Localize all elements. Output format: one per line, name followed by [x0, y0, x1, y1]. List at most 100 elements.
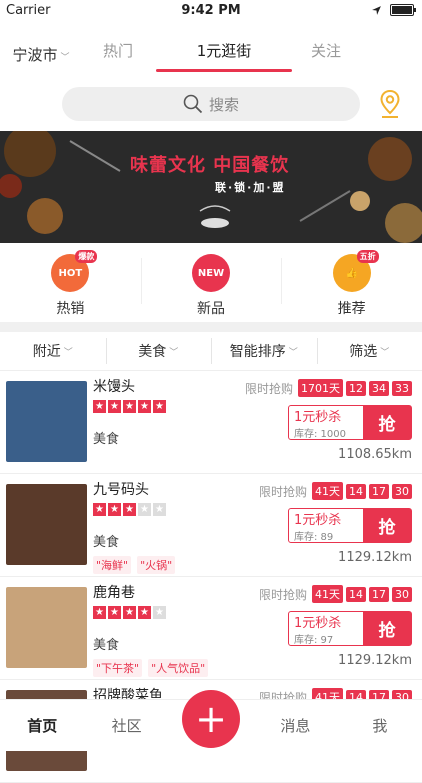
- countdown-s: 30: [392, 484, 412, 499]
- countdown-h: 14: [346, 587, 366, 602]
- location-arrow-icon: [371, 5, 382, 16]
- star-icon: ★: [93, 503, 106, 516]
- filter-bar: 附近﹀ 美食﹀ 智能排序﹀ 筛选﹀: [0, 332, 422, 371]
- star-icon: ★: [108, 503, 121, 516]
- list-item[interactable]: 九号码头★★★★★美食"海鲜""火锅"限时抢购41天1417301元秒杀库存: …: [0, 474, 422, 577]
- clock: 9:42 PM: [0, 3, 422, 18]
- merchant-type: 美食: [93, 531, 119, 550]
- star-icon: ★: [123, 400, 136, 413]
- tab-messages[interactable]: 消息: [253, 700, 337, 751]
- add-post-button[interactable]: +: [182, 690, 240, 748]
- tab-follow[interactable]: 关注: [290, 36, 362, 72]
- star-icon: ★: [153, 606, 166, 619]
- filter-food[interactable]: 美食﹀: [106, 332, 212, 370]
- star-icon: ★: [138, 400, 151, 413]
- star-icon: ★: [138, 503, 151, 516]
- countdown-label: 限时抢购: [259, 586, 307, 603]
- star-icon: ★: [93, 400, 106, 413]
- search-input[interactable]: 搜索: [62, 87, 360, 121]
- countdown-days: 41天: [312, 482, 343, 500]
- promo-banner[interactable]: 味蕾文化 中国餐饮 联·锁·加·盟: [0, 131, 422, 243]
- countdown-m: 17: [369, 587, 389, 602]
- countdown-label: 限时抢购: [245, 380, 293, 397]
- deal-info: 1元秒杀库存: 97: [289, 612, 363, 645]
- distance: 1129.12km: [338, 653, 412, 668]
- hot-icon: HOT爆款: [51, 254, 89, 292]
- category-label: 推荐: [338, 298, 366, 318]
- flash-sale-button[interactable]: 1元秒杀库存: 1000抢: [288, 405, 412, 440]
- countdown-m: 34: [369, 381, 389, 396]
- countdown-timer: 限时抢购 41天141730: [259, 585, 412, 603]
- chevron-down-icon: ﹀: [289, 345, 298, 358]
- grab-button[interactable]: 抢: [363, 612, 411, 645]
- map-pin-icon[interactable]: [379, 89, 401, 119]
- countdown-s: 33: [392, 381, 412, 396]
- stock-count: 库存: 97: [294, 631, 363, 646]
- flash-sale-button[interactable]: 1元秒杀库存: 97抢: [288, 611, 412, 646]
- filter-nearby[interactable]: 附近﹀: [0, 332, 106, 370]
- tab-community[interactable]: 社区: [84, 700, 168, 751]
- stock-count: 库存: 1000: [294, 425, 363, 440]
- category-recommend[interactable]: 👍五折 推荐: [281, 250, 422, 320]
- star-icon: ★: [93, 606, 106, 619]
- merchant-name: 九号码头: [93, 479, 149, 499]
- merchant-thumbnail: [6, 587, 87, 668]
- section-divider: [0, 322, 422, 332]
- top-nav: 宁波市﹀ 热门 1元逛街 关注: [0, 36, 422, 72]
- tag-list: "海鲜" "火锅": [93, 556, 175, 574]
- star-icon: ★: [123, 606, 136, 619]
- tab-one-yuan[interactable]: 1元逛街: [172, 36, 276, 72]
- deal-price: 1元秒杀: [294, 612, 363, 631]
- merchant-thumbnail: [6, 381, 87, 462]
- deal-price: 1元秒杀: [294, 509, 363, 528]
- filter-screen[interactable]: 筛选﹀: [317, 332, 422, 370]
- countdown-days: 41天: [312, 585, 343, 603]
- chevron-down-icon: ﹀: [169, 345, 178, 358]
- thumbs-up-icon: 👍五折: [333, 254, 371, 292]
- deal-price: 1元秒杀: [294, 406, 363, 425]
- countdown-s: 30: [392, 587, 412, 602]
- city-selector[interactable]: 宁波市﹀: [0, 44, 82, 65]
- category-hot[interactable]: HOT爆款 热销: [0, 250, 141, 320]
- countdown-h: 14: [346, 484, 366, 499]
- distance: 1108.65km: [338, 447, 412, 462]
- tag: "火锅": [137, 556, 175, 574]
- flash-sale-button[interactable]: 1元秒杀库存: 89抢: [288, 508, 412, 543]
- status-bar: Carrier 9:42 PM: [0, 0, 422, 22]
- category-label: 热销: [56, 298, 84, 318]
- countdown-timer: 限时抢购 1701天123433: [245, 379, 412, 397]
- list-item[interactable]: 米馒头★★★★★美食限时抢购1701天1234331元秒杀库存: 1000抢11…: [0, 371, 422, 474]
- filter-sort[interactable]: 智能排序﹀: [211, 332, 317, 370]
- tag: "海鲜": [93, 556, 131, 574]
- countdown-label: 限时抢购: [259, 483, 307, 500]
- star-icon: ★: [153, 400, 166, 413]
- distance: 1129.12km: [338, 550, 412, 565]
- search-placeholder: 搜索: [209, 94, 239, 115]
- tab-home[interactable]: 首页: [0, 700, 84, 751]
- tab-me[interactable]: 我: [338, 700, 422, 751]
- grab-button[interactable]: 抢: [363, 509, 411, 542]
- tag: "下午茶": [93, 659, 142, 677]
- tab-hot[interactable]: 热门: [82, 36, 154, 72]
- search-icon: [183, 94, 203, 114]
- star-rating: ★★★★★: [93, 606, 166, 619]
- merchant-type: 美食: [93, 428, 119, 447]
- deal-info: 1元秒杀库存: 89: [289, 509, 363, 542]
- chevron-down-icon: ﹀: [64, 345, 73, 358]
- category-new[interactable]: NEW 新品: [141, 250, 282, 320]
- merchant-name: 米馒头: [93, 376, 135, 396]
- grab-button[interactable]: 抢: [363, 406, 411, 439]
- deal-info: 1元秒杀库存: 1000: [289, 406, 363, 439]
- merchant-name: 鹿角巷: [93, 582, 135, 602]
- category-label: 新品: [197, 298, 225, 318]
- new-icon: NEW: [192, 254, 230, 292]
- star-icon: ★: [108, 606, 121, 619]
- status-icons: [371, 4, 414, 16]
- countdown-days: 1701天: [298, 379, 343, 397]
- countdown-h: 12: [346, 381, 366, 396]
- list-item[interactable]: 鹿角巷★★★★★美食"下午茶""人气饮品"限时抢购41天1417301元秒杀库存…: [0, 577, 422, 680]
- badge: 五折: [357, 250, 379, 263]
- tab-bar: 首页 社区 消息 我 +: [0, 699, 422, 751]
- banner-subtitle: 联·锁·加·盟: [215, 179, 286, 195]
- star-icon: ★: [138, 606, 151, 619]
